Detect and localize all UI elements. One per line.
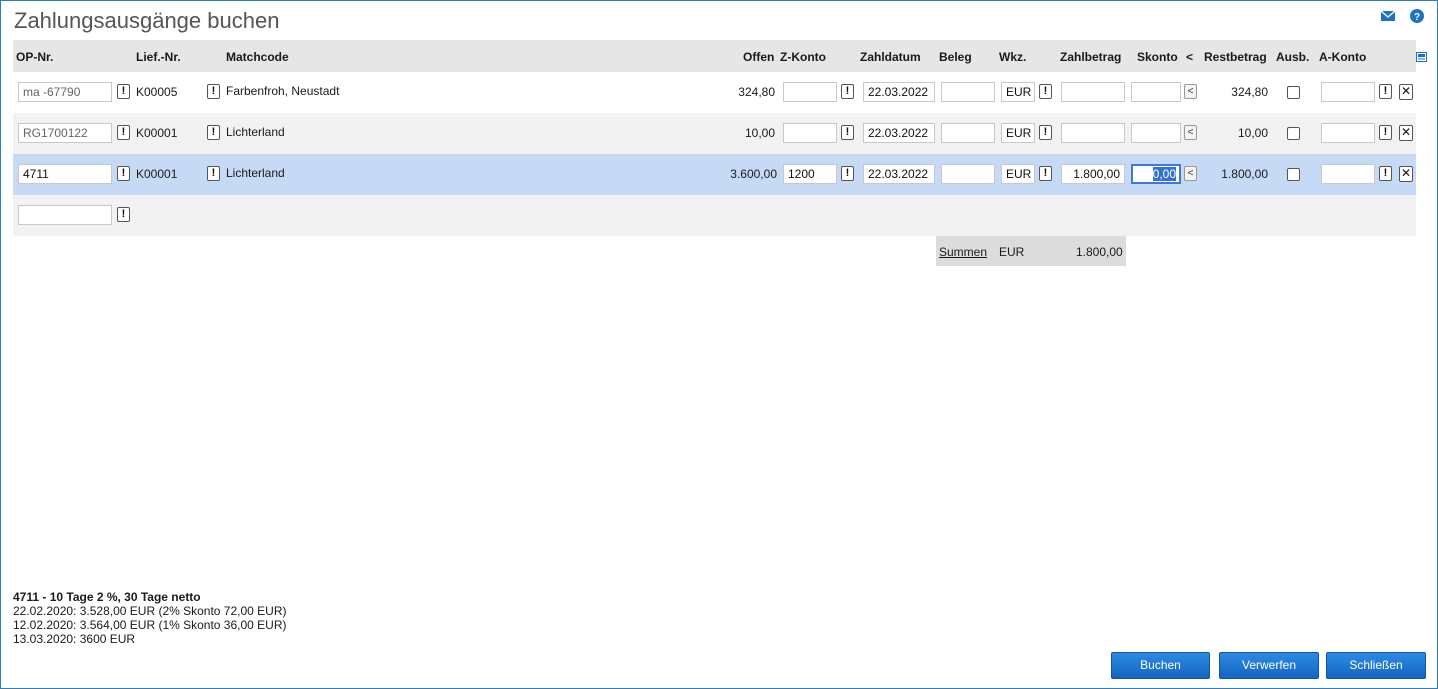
- wkz-input[interactable]: EUR: [1001, 164, 1035, 184]
- payment-terms-info: 4711 - 10 Tage 2 %, 30 Tage netto 22.02.…: [13, 590, 287, 646]
- lief-nr: K00001: [136, 126, 178, 140]
- z-konto-input[interactable]: [783, 123, 837, 143]
- new-entry-row[interactable]: !: [13, 195, 1416, 236]
- op-nr-lookup-button[interactable]: !: [117, 125, 130, 140]
- col-wkz[interactable]: Wkz.: [999, 50, 1026, 64]
- col-lt[interactable]: <: [1186, 50, 1193, 64]
- col-zahldatum[interactable]: Zahldatum: [860, 50, 921, 64]
- table-row[interactable]: ma -67790 ! K00005 ! Farbenfroh, Neustad…: [13, 72, 1416, 113]
- beleg-input[interactable]: [941, 164, 995, 184]
- apply-skonto-button[interactable]: <: [1184, 125, 1197, 140]
- a-konto-lookup-button[interactable]: !: [1379, 166, 1392, 181]
- apply-skonto-button[interactable]: <: [1184, 84, 1197, 99]
- delete-row-button[interactable]: ✕: [1399, 125, 1413, 141]
- wkz-lookup-button[interactable]: !: [1039, 125, 1052, 140]
- wkz-lookup-button[interactable]: !: [1039, 84, 1052, 99]
- col-ausb[interactable]: Ausb.: [1276, 50, 1309, 64]
- apply-skonto-button[interactable]: <: [1184, 166, 1197, 181]
- page-title: Zahlungsausgänge buchen: [14, 8, 280, 33]
- col-skonto[interactable]: Skonto: [1137, 50, 1178, 64]
- payment-terms-title: 4711 - 10 Tage 2 %, 30 Tage netto: [13, 590, 201, 604]
- beleg-input[interactable]: [941, 123, 995, 143]
- op-nr-lookup-button[interactable]: !: [117, 166, 130, 181]
- buchen-button[interactable]: Buchen: [1111, 652, 1210, 679]
- skonto-input[interactable]: [1131, 82, 1181, 102]
- matchcode: Farbenfroh, Neustadt: [226, 84, 340, 98]
- delete-row-button[interactable]: ✕: [1399, 84, 1413, 100]
- z-konto-input[interactable]: [783, 82, 837, 102]
- z-konto-lookup-button[interactable]: !: [841, 125, 854, 140]
- col-offen[interactable]: Offen: [743, 50, 774, 64]
- skonto-input[interactable]: [1131, 123, 1181, 143]
- new-op-nr-lookup-button[interactable]: !: [117, 207, 130, 222]
- col-a-konto[interactable]: A-Konto: [1319, 50, 1366, 64]
- lief-nr-lookup-button[interactable]: !: [207, 84, 220, 99]
- lief-nr-lookup-button[interactable]: !: [207, 125, 220, 140]
- restbetrag-value: 324,80: [1231, 85, 1268, 99]
- table-header: OP-Nr. Lief.-Nr. Matchcode Offen Z-Konto…: [13, 40, 1427, 72]
- help-icon[interactable]: ?: [1409, 8, 1425, 24]
- zahlbetrag-input[interactable]: 1.800,00: [1061, 164, 1125, 184]
- a-konto-lookup-button[interactable]: !: [1379, 84, 1392, 99]
- wkz-input[interactable]: EUR: [1001, 82, 1035, 102]
- op-nr-input[interactable]: RG1700122: [18, 123, 112, 143]
- lief-nr: K00001: [136, 167, 178, 181]
- new-op-nr-input[interactable]: [18, 205, 112, 225]
- svg-text:?: ?: [1414, 12, 1420, 23]
- lief-nr-lookup-button[interactable]: !: [207, 166, 220, 181]
- z-konto-input[interactable]: 1200: [783, 164, 837, 184]
- a-konto-input[interactable]: [1321, 123, 1375, 143]
- offen-value: 10,00: [744, 126, 775, 140]
- col-op-nr[interactable]: OP-Nr.: [16, 50, 53, 64]
- z-konto-lookup-button[interactable]: !: [841, 166, 854, 181]
- col-zahlbetrag[interactable]: Zahlbetrag: [1060, 50, 1121, 64]
- summen-currency: EUR: [999, 245, 1025, 259]
- verwerfen-button[interactable]: Verwerfen: [1219, 652, 1319, 679]
- a-konto-input[interactable]: [1321, 82, 1375, 102]
- wkz-input[interactable]: EUR: [1001, 123, 1035, 143]
- summen-total: 1.800,00: [1076, 245, 1123, 259]
- table-row-selected[interactable]: 4711 ! K00001 ! Lichterland 3.600,00 120…: [13, 154, 1416, 195]
- op-nr-lookup-button[interactable]: !: [117, 84, 130, 99]
- z-konto-lookup-button[interactable]: !: [841, 84, 854, 99]
- restbetrag-value: 10,00: [1237, 126, 1268, 140]
- col-restbetrag[interactable]: Restbetrag: [1204, 50, 1267, 64]
- mail-icon[interactable]: [1380, 8, 1396, 24]
- payment-terms-line: 22.02.2020: 3.528,00 EUR (2% Skonto 72,0…: [13, 604, 287, 618]
- col-matchcode[interactable]: Matchcode: [226, 50, 289, 64]
- payment-terms-line: 12.02.2020: 3.564,00 EUR (1% Skonto 36,0…: [13, 618, 287, 632]
- restbetrag-value: 1.800,00: [1221, 167, 1268, 181]
- lief-nr: K00005: [136, 85, 178, 99]
- payment-terms-line: 13.03.2020: 3600 EUR: [13, 632, 136, 646]
- wkz-lookup-button[interactable]: !: [1039, 166, 1052, 181]
- a-konto-lookup-button[interactable]: !: [1379, 125, 1392, 140]
- zahlbetrag-input[interactable]: [1061, 82, 1125, 102]
- ausb-checkbox[interactable]: [1287, 168, 1300, 181]
- col-z-konto[interactable]: Z-Konto: [780, 50, 826, 64]
- zahldatum-input[interactable]: 22.03.2022: [863, 123, 935, 143]
- skonto-selected-text: 0,00: [1152, 167, 1176, 181]
- op-nr-input[interactable]: 4711: [18, 164, 112, 184]
- matchcode: Lichterland: [226, 125, 285, 139]
- ausb-checkbox[interactable]: [1287, 86, 1300, 99]
- zahldatum-input[interactable]: 22.03.2022: [863, 164, 935, 184]
- summen-panel: Summen EUR 1.800,00: [936, 236, 1126, 266]
- column-settings-icon[interactable]: [1416, 52, 1427, 62]
- op-nr-input[interactable]: ma -67790: [18, 82, 112, 102]
- summen-link[interactable]: Summen: [939, 245, 987, 259]
- col-beleg[interactable]: Beleg: [939, 50, 972, 64]
- col-lief-nr[interactable]: Lief.-Nr.: [136, 50, 181, 64]
- table-row[interactable]: RG1700122 ! K00001 ! Lichterland 10,00 !…: [13, 113, 1416, 154]
- beleg-input[interactable]: [941, 82, 995, 102]
- schliessen-button[interactable]: Schließen: [1326, 652, 1426, 679]
- ausb-checkbox[interactable]: [1287, 127, 1300, 140]
- a-konto-input[interactable]: [1321, 164, 1375, 184]
- zahlbetrag-input[interactable]: [1061, 123, 1125, 143]
- zahldatum-input[interactable]: 22.03.2022: [863, 82, 935, 102]
- delete-row-button[interactable]: ✕: [1399, 166, 1413, 182]
- offen-value: 3.600,00: [730, 167, 777, 181]
- skonto-input[interactable]: 0,00: [1131, 164, 1181, 184]
- offen-value: 324,80: [738, 85, 775, 99]
- matchcode: Lichterland: [226, 166, 285, 180]
